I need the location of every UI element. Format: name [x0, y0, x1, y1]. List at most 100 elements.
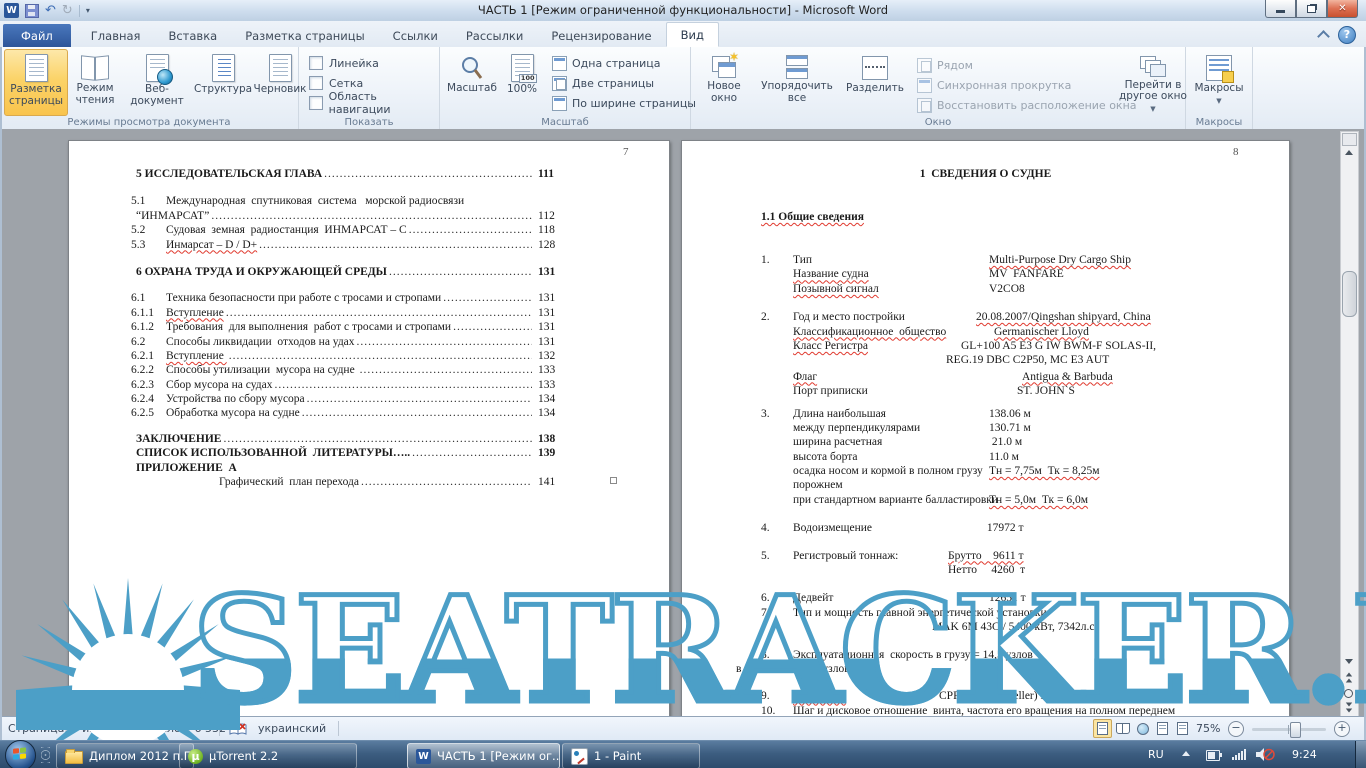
taskbar-button-folder[interactable]: Диплом 2012 п.Пир...: [56, 743, 194, 768]
web-view-button[interactable]: [1133, 719, 1152, 738]
info-value: CPP (Pitch propeller) ВРШ: [939, 689, 1066, 703]
word-count[interactable]: Число слов: 6 532: [123, 722, 226, 735]
next-page-button[interactable]: [1341, 700, 1356, 715]
tab-mailings[interactable]: Рассылки: [452, 24, 537, 47]
switch-windows-button[interactable]: Перейти в другое окно ▼: [1115, 49, 1191, 115]
print-layout-button[interactable]: Разметка страницы: [4, 49, 68, 116]
tab-home[interactable]: Главная: [77, 24, 155, 47]
group-label-show: Показать: [299, 117, 439, 128]
page-width-button[interactable]: По ширине страницы: [552, 93, 696, 113]
info-label: Шаг и дисковое отношение винта, частота …: [793, 704, 1175, 716]
web-layout-button[interactable]: Веб-документ: [122, 49, 192, 115]
previous-page-button[interactable]: [1341, 670, 1356, 685]
language-switcher[interactable]: RU: [1148, 748, 1164, 761]
navigation-pane-checkbox[interactable]: [309, 96, 323, 110]
minimize-button[interactable]: [1265, 0, 1296, 18]
toc-page-ref: 133: [534, 363, 576, 377]
outline-view-button[interactable]: [1153, 719, 1172, 738]
fullscreen-reading-button[interactable]: Режим чтения: [70, 49, 120, 115]
toc-num: 6.1: [131, 291, 166, 305]
outline-button[interactable]: Структура: [194, 49, 252, 115]
document-page-7[interactable]: 7 5 ИССЛЕДОВАТЕЛЬСКАЯ ГЛАВА1115.1Междуна…: [68, 140, 670, 716]
toc-text: Способы ликвидации отходов на удах: [166, 335, 355, 349]
page-indicator[interactable]: Страница: 6 из 29: [8, 722, 113, 735]
toc-text: Графический план перехода: [219, 475, 359, 489]
ruler-checkbox[interactable]: [309, 56, 323, 70]
document-page-8[interactable]: 8 1 СВЕДЕНИЯ О СУДНЕ 1.1 Общие сведения …: [681, 140, 1290, 716]
close-button[interactable]: ✕: [1327, 0, 1358, 18]
new-window-button[interactable]: ✶ Новое окно: [697, 49, 751, 115]
toc-text: 6 ОХРАНА ТРУДА И ОКРУЖАЮЩЕЙ СРЕДЫ: [136, 265, 387, 279]
arrange-all-button[interactable]: Упорядочить все: [753, 49, 841, 115]
toc-page-ref: 132: [534, 349, 576, 363]
info-row: 8.Эксплуатационная скорость в грузу = 14…: [682, 648, 1289, 662]
help-icon[interactable]: ?: [1338, 26, 1356, 44]
show-desktop-button[interactable]: [1355, 741, 1366, 768]
taskbar-button-paint[interactable]: 1 - Paint: [562, 743, 700, 768]
taskbar-button-word[interactable]: W ЧАСТЬ 1 [Режим ог...: [407, 743, 560, 768]
network-signal-icon[interactable]: [1232, 749, 1246, 760]
info-row: Название суднаMV FANFARE: [682, 267, 1289, 281]
zoom-in-button[interactable]: +: [1334, 721, 1350, 737]
zoom-button[interactable]: Масштаб: [446, 49, 498, 115]
toc-text: Техника безопасности при работе с тросам…: [166, 291, 441, 305]
tab-references[interactable]: Ссылки: [379, 24, 452, 47]
folder-icon: [65, 751, 83, 764]
tab-insert[interactable]: Вставка: [154, 24, 231, 47]
zoom-out-button[interactable]: −: [1228, 721, 1244, 737]
info-label: Тип: [793, 253, 812, 267]
two-pages-button[interactable]: Две страницы: [552, 73, 696, 93]
info-row: Порт припискиST. JOHN`S: [682, 384, 1289, 398]
ruler-checkbox-row[interactable]: Линейка: [299, 53, 379, 73]
restore-button[interactable]: [1296, 0, 1327, 18]
scroll-down-button[interactable]: [1341, 654, 1356, 669]
toc-row: 6.2.4Устройства по сбору мусора134: [69, 392, 669, 406]
info-value: 11.0 м: [989, 450, 1019, 464]
fullscreen-view-button[interactable]: [1113, 719, 1132, 738]
draft-icon: [269, 54, 292, 82]
clock[interactable]: 9:24: [1292, 748, 1317, 761]
toc-num: 5.3: [131, 238, 166, 252]
zoom-slider-track[interactable]: [1252, 728, 1326, 731]
one-page-icon: [552, 56, 567, 71]
toc-row: 5 ИССЛЕДОВАТЕЛЬСКАЯ ГЛАВА111: [69, 167, 669, 181]
scroll-up-button[interactable]: [1341, 145, 1356, 160]
info-row: порожнем: [682, 478, 1289, 492]
toc-text: СПИСОК ИСПОЛЬЗОВАННОЙ ЛИТЕРАТУРЫ…..: [136, 446, 410, 460]
gridlines-checkbox[interactable]: [309, 76, 323, 90]
zoom-slider-thumb[interactable]: [1290, 722, 1301, 738]
one-page-button[interactable]: Одна страница: [552, 53, 696, 73]
toc-page-ref: 133: [534, 378, 576, 392]
split-button[interactable]: Разделить: [843, 49, 907, 115]
print-layout-icon: [25, 54, 48, 82]
zoom-level[interactable]: 75%: [1196, 722, 1220, 735]
scrollbar-thumb[interactable]: [1342, 271, 1357, 317]
proofing-icon[interactable]: [229, 722, 247, 736]
volume-muted-icon[interactable]: [1256, 748, 1276, 762]
start-button[interactable]: [5, 740, 36, 768]
tab-file[interactable]: Файл: [3, 24, 71, 47]
info-label: Флаг: [793, 370, 817, 384]
info-label: порожнем: [793, 478, 843, 492]
print-layout-view-button[interactable]: [1093, 719, 1112, 738]
info-label: Водоизмещение: [793, 521, 872, 535]
vertical-scrollbar[interactable]: [1340, 131, 1359, 716]
battery-icon[interactable]: [1206, 750, 1220, 761]
toc-num: 5.1: [131, 194, 166, 208]
tab-review[interactable]: Рецензирование: [537, 24, 665, 47]
language-indicator[interactable]: украинский: [258, 722, 326, 735]
tab-view[interactable]: Вид: [666, 22, 719, 47]
toc-leader: [302, 406, 532, 420]
toc-row: СПИСОК ИСПОЛЬЗОВАННОЙ ЛИТЕРАТУРЫ…..139: [69, 446, 669, 460]
collapse-ribbon-icon[interactable]: [1317, 30, 1330, 43]
draft-view-button[interactable]: [1173, 719, 1192, 738]
tab-page-layout[interactable]: Разметка страницы: [231, 24, 378, 47]
taskbar-button-utorrent[interactable]: µ µTorrent 2.2: [179, 743, 357, 768]
macros-button[interactable]: Макросы ▼: [1190, 49, 1248, 115]
hidden-icons-arrow[interactable]: [1182, 751, 1190, 756]
zoom-100-button[interactable]: 100 100%: [500, 49, 544, 115]
toc-num: 6.2.4: [131, 392, 166, 406]
navigation-pane-checkbox-row[interactable]: Область навигации: [299, 93, 439, 113]
select-browse-object-button[interactable]: [1341, 686, 1356, 701]
toc-num: 6.1.2: [131, 320, 166, 334]
